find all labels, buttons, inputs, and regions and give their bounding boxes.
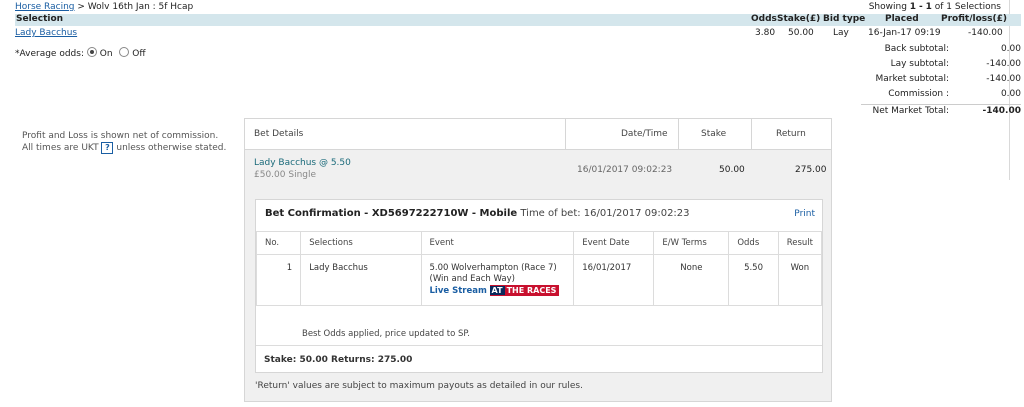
row-placed: 16-Jan-17 09:19 [868,28,941,38]
return-heading: Return [776,129,806,139]
bet-confirmation-table: No. Selections Event Event Date E/W Term… [255,231,823,306]
bet-selection-row[interactable]: Lady Bacchus @ 5.50 £50.00 Single 16/01/… [245,150,831,186]
th-selections: Selections [300,231,422,255]
help-icon[interactable]: ? [101,142,114,154]
bet-selection-stake-type: £50.00 Single [254,170,317,180]
average-odds-off-label: Off [132,49,146,59]
col-profit-loss: Profit/loss(£) [941,14,1007,24]
live-stream-link[interactable]: Live Stream [430,286,487,296]
cell-event-date: 16/01/2017 [573,254,655,306]
bet-confirmation-footer: Stake: 50.00 Returns: 275.00 [256,345,822,373]
cell-ew-terms: None [653,254,730,306]
average-odds-off-radio[interactable] [119,47,130,57]
row-bid-type: Lay [833,28,849,38]
lay-subtotal: Lay subtotal: -140.00 [890,59,1021,69]
row-odds: 3.80 [755,28,776,38]
table-row: 1 Lady Bacchus 5.00 Wolverhampton (Race … [255,254,823,306]
stake-heading: Stake [701,129,727,139]
bet-details-heading: Bet Details [254,129,304,139]
th-odds: Odds [728,231,779,255]
header-divider [751,119,752,149]
selection-link[interactable]: Lady Bacchus [15,28,77,38]
bet-details-header: Bet Details Date/Time Stake Return [245,119,831,150]
th-ew-terms: E/W Terms [653,231,730,255]
col-selection: Selection [16,14,64,24]
row-stake: 50.00 [788,28,814,38]
cell-result: Won [777,254,823,306]
net-market-total: Net Market Total: -140.00 [861,104,1021,117]
cell-event: 5.00 Wolverhampton (Race 7) (Win and Eac… [420,254,575,306]
bet-selection-name: Lady Bacchus @ 5.50 [254,158,351,168]
best-odds-note: Best Odds applied, price updated to SP. [302,329,470,339]
th-event-date: Event Date [573,231,655,255]
bet-confirmation-title: Bet Confirmation - XD5697222710W - Mobil… [265,208,690,219]
subtotals: Back subtotal: 0.00 Lay subtotal: -140.00 … [861,44,1021,117]
cell-odds: 5.50 [728,254,779,306]
th-event: Event [420,231,575,255]
bet-details-panel: Bet Details Date/Time Stake Return Lady … [244,118,832,402]
breadcrumb-separator: > [77,2,85,12]
average-odds-label: *Average odds: [15,49,84,59]
table-header-row: No. Selections Event Event Date E/W Term… [255,231,823,255]
bet-selection-datetime: 16/01/2017 09:02:23 [577,165,673,175]
commission: Commission :0.00 [888,89,1021,99]
average-odds-toggle: *Average odds: On Off [15,47,146,59]
back-subtotal: Back subtotal: 0.00 [884,44,1021,54]
selection-table-header: Selection Odds Stake(£) Bid type Placed … [15,14,1021,26]
showing-count: Showing 1 - 1 of 1 Selections [868,2,1001,12]
header-divider [678,119,679,149]
print-link[interactable]: Print [794,209,815,219]
at-the-races-logo[interactable]: AT THE RACES [489,285,560,296]
col-odds: Odds [751,14,777,24]
time-of-bet: Time of bet: 16/01/2017 09:02:23 [520,208,690,219]
return-disclaimer: 'Return' values are subject to maximum p… [255,381,583,391]
th-result: Result [777,231,823,255]
stake-returns-summary: Stake: 50.00 Returns: 275.00 [264,355,413,365]
average-odds-on-radio[interactable] [86,47,97,57]
bet-confirmation-box: Bet Confirmation - XD5697222710W - Mobil… [255,199,823,373]
col-bid-type: Bid type [823,14,866,24]
header-divider [565,119,566,149]
bet-selection-return: 275.00 [795,165,827,175]
col-stake: Stake(£) [777,14,821,24]
row-profit-loss: -140.00 [968,28,1003,38]
cell-no: 1 [255,254,302,306]
pl-note: Profit and Loss is shown net of commissi… [22,131,227,154]
th-no: No. [255,231,302,255]
col-placed: Placed [885,14,919,24]
breadcrumb-horse-racing-link[interactable]: Horse Racing [15,2,75,12]
cell-selection: Lady Bacchus [300,254,422,306]
breadcrumb: Horse Racing > Wolv 16th Jan : 5f Hcap [15,2,1009,14]
average-odds-on-label: On [99,49,113,59]
bet-selection-stake: 50.00 [719,165,745,175]
datetime-heading: Date/Time [621,129,668,139]
market-subtotal: Market subtotal: -140.00 [875,74,1021,84]
breadcrumb-market: Wolv 16th Jan : 5f Hcap [87,2,194,12]
table-row: Lady Bacchus 3.80 50.00 Lay 16-Jan-17 09… [15,28,1021,40]
